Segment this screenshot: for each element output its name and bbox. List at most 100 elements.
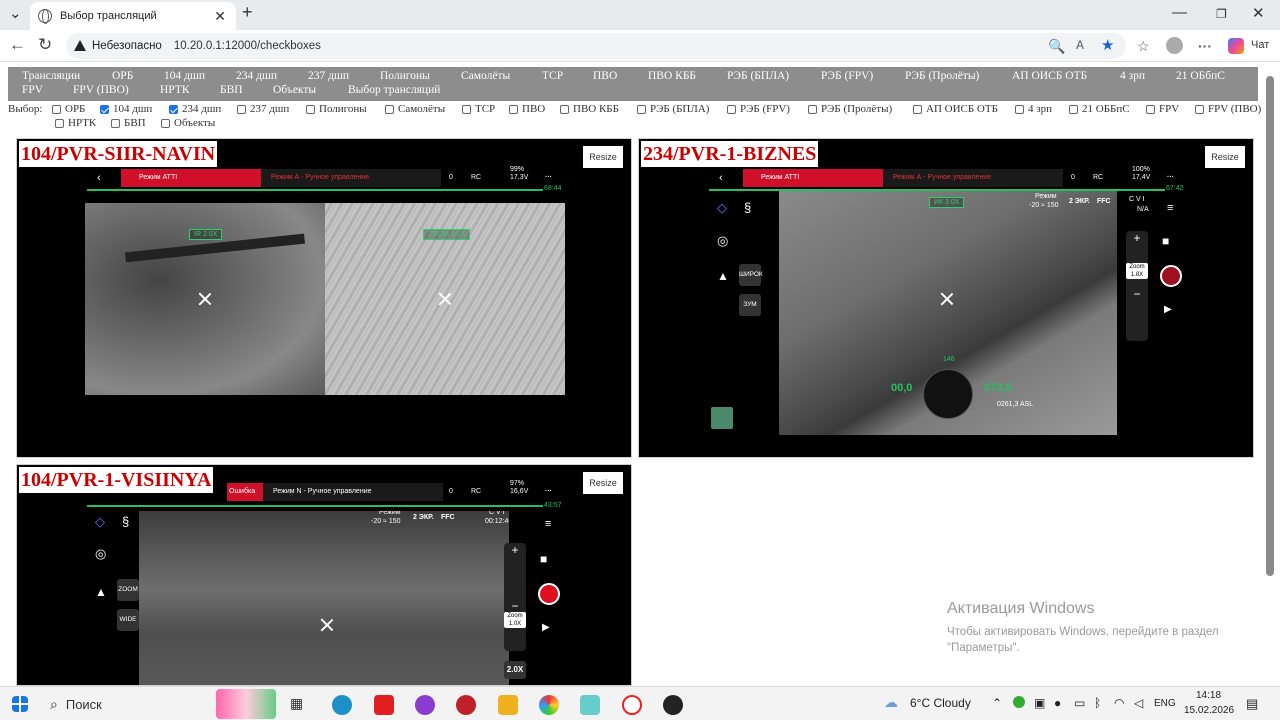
menu-item[interactable]: FPV — [22, 84, 43, 96]
wide-button[interactable]: ШИРОК — [739, 264, 763, 286]
checkbox[interactable] — [1195, 104, 1204, 114]
resize-button[interactable]: Resize — [583, 472, 623, 494]
close-tab-icon[interactable]: ✕ — [214, 8, 226, 25]
taskbar-search[interactable]: ⌕ Поиск — [44, 691, 224, 717]
avatar[interactable] — [1166, 37, 1183, 54]
tab-list-icon[interactable]: ⌄ — [9, 4, 22, 22]
zoom-button[interactable]: ЗУМ — [739, 294, 761, 316]
close-window-icon[interactable]: ✕ — [1252, 4, 1265, 22]
checkbox[interactable] — [55, 118, 64, 128]
checkbox-237[interactable]: 237 дшп — [237, 102, 289, 116]
menu-item[interactable]: 237 дшп — [308, 70, 349, 82]
menu-item[interactable]: НРТК — [160, 84, 190, 96]
widgets-icon[interactable] — [216, 689, 276, 719]
menu-item[interactable]: 4 зрп — [1120, 70, 1145, 82]
url-text[interactable]: 10.20.0.1:12000/checkboxes — [174, 40, 321, 52]
more-icon[interactable]: ··· — [1198, 38, 1212, 54]
playback-icon[interactable]: ▶ — [542, 619, 550, 637]
video-camera-icon[interactable]: ■ — [1162, 232, 1169, 250]
resize-button[interactable]: Resize — [1205, 146, 1245, 168]
zoom-slider[interactable]: + − — [1126, 231, 1148, 341]
menu-item[interactable]: FPV (ПВО) — [73, 84, 129, 96]
location-icon[interactable]: ◎ — [717, 232, 728, 250]
reload-icon[interactable]: ↻ — [38, 35, 52, 55]
playback-icon[interactable]: ▶ — [1164, 301, 1172, 319]
menu-item[interactable]: РЭБ (Пролёты) — [905, 70, 979, 82]
app-icon[interactable] — [415, 695, 435, 715]
notification-icon[interactable]: ▤ — [1246, 696, 1258, 712]
checkbox-checked[interactable] — [169, 104, 178, 114]
edge-icon[interactable] — [332, 695, 352, 715]
menu-item[interactable]: 234 дшп — [236, 70, 277, 82]
menu-item[interactable]: АП ОИСБ ОТБ — [1012, 70, 1087, 82]
checkbox-checked[interactable] — [100, 104, 109, 114]
waypoint-icon[interactable]: ◇ — [717, 199, 727, 217]
path-icon[interactable]: § — [744, 199, 751, 217]
settings-icon[interactable]: ≡ — [1167, 199, 1173, 217]
obs-icon[interactable] — [663, 695, 683, 715]
yandex-browser-icon[interactable] — [622, 695, 642, 715]
location-icon[interactable]: ◎ — [95, 545, 106, 563]
back-arrow-icon[interactable]: ‹ — [719, 169, 723, 187]
minimize-icon[interactable]: — — [1172, 4, 1187, 21]
language-label[interactable]: ENG — [1154, 698, 1176, 709]
favorite-star-icon[interactable]: ★ — [1101, 36, 1114, 54]
record-button[interactable] — [1160, 265, 1182, 287]
checkbox-orb[interactable]: ОРБ — [52, 102, 85, 116]
waypoint-icon[interactable]: ◇ — [95, 513, 105, 531]
menu-item[interactable]: 21 ОБбпС — [1176, 70, 1225, 82]
url-field[interactable]: Небезопасно 10.20.0.1:12000/checkboxes — [66, 33, 1126, 59]
checkbox[interactable] — [1015, 104, 1024, 114]
back-arrow-icon[interactable]: ‹ — [97, 169, 101, 187]
menu-item[interactable]: ОРБ — [112, 70, 133, 82]
start-icon[interactable] — [12, 696, 28, 712]
microphone-icon[interactable]: ● — [1054, 696, 1061, 710]
video-camera-icon[interactable]: ■ — [540, 550, 547, 568]
checkbox-bvp[interactable]: БВП — [111, 116, 146, 130]
checkbox[interactable] — [237, 104, 246, 114]
checkbox-4zrp[interactable]: 4 зрп — [1015, 102, 1052, 116]
menu-item[interactable]: ТСР — [542, 70, 563, 82]
copilot-icon[interactable] — [1228, 38, 1244, 54]
checkbox-pvo-kbb[interactable]: ПВО КББ — [560, 102, 619, 116]
zoom-slider[interactable]: + − — [504, 543, 526, 651]
read-aloud-icon[interactable]: A — [1076, 38, 1084, 52]
menu-item[interactable]: Выбор трансляций — [348, 84, 440, 96]
checkbox[interactable] — [306, 104, 315, 114]
checkbox-fpv[interactable]: FPV — [1146, 102, 1179, 116]
checkbox[interactable] — [509, 104, 518, 114]
clock-date[interactable]: 15.02.2026 — [1184, 705, 1234, 716]
checkbox[interactable] — [913, 104, 922, 114]
checkbox[interactable] — [637, 104, 646, 114]
checkbox-polygons[interactable]: Полигоны — [306, 102, 367, 116]
zoom-button[interactable]: ZOOM — [117, 579, 139, 601]
checkbox-nrtk[interactable]: НРТК — [55, 116, 96, 130]
checkbox-planes[interactable]: Самолёты — [385, 102, 445, 116]
maximize-icon[interactable]: ❐ — [1216, 7, 1227, 21]
checkbox-tsr[interactable]: ТСР — [462, 102, 495, 116]
checkbox[interactable] — [161, 118, 170, 128]
file-explorer-icon[interactable] — [498, 695, 518, 715]
menu-item[interactable]: Самолёты — [461, 70, 510, 82]
display-icon[interactable]: ▭ — [1074, 696, 1085, 710]
favorites-icon[interactable]: ☆ — [1137, 38, 1150, 55]
checkbox-objects[interactable]: Объекты — [161, 116, 215, 130]
checkbox[interactable] — [111, 118, 120, 128]
chat-label[interactable]: Чат — [1251, 39, 1269, 51]
menu-item[interactable]: РЭБ (БПЛА) — [727, 70, 789, 82]
checkbox[interactable] — [462, 104, 471, 114]
menu-item[interactable]: БВП — [220, 84, 243, 96]
menu-item[interactable]: Объекты — [273, 84, 316, 96]
checkbox[interactable] — [1069, 104, 1078, 114]
record-button[interactable] — [538, 583, 560, 605]
task-view-icon[interactable]: ▦ — [290, 695, 310, 715]
checkbox[interactable] — [52, 104, 61, 114]
wifi-icon[interactable]: ◠ — [1114, 696, 1124, 710]
yandex-icon[interactable] — [374, 695, 394, 715]
checkbox-21-obbps[interactable]: 21 ОББпС — [1069, 102, 1130, 116]
checkbox-ap-oisb[interactable]: АП ОИСБ ОТБ — [913, 102, 998, 116]
checkbox[interactable] — [727, 104, 736, 114]
menu-item[interactable]: РЭБ (FPV) — [821, 70, 873, 82]
browser-tab[interactable]: Выбор трансляций ✕ — [30, 2, 236, 30]
menu-item[interactable]: Трансляции — [22, 70, 80, 82]
